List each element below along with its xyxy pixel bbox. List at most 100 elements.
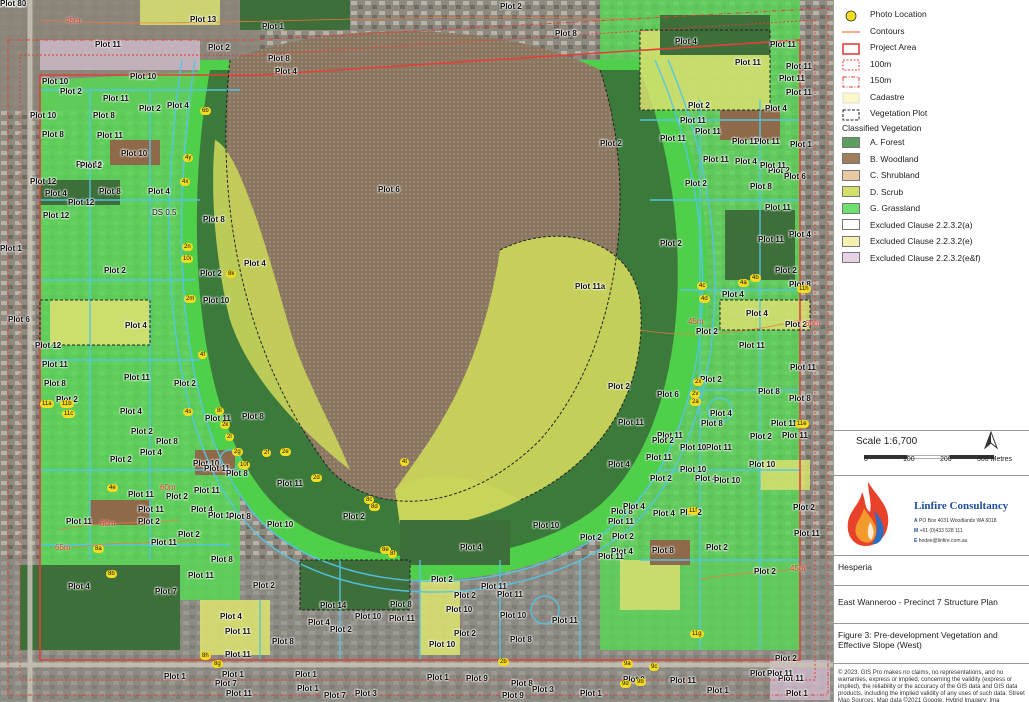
- contour-label: 60m: [160, 483, 176, 492]
- photo-location-marker[interactable]: 11f: [687, 507, 699, 515]
- plot-label: Plot 8: [701, 419, 723, 428]
- plot-label: Plot 2: [685, 179, 707, 188]
- photo-location-marker[interactable]: 11a: [40, 400, 54, 408]
- photo-location-marker[interactable]: 8a: [93, 545, 104, 553]
- plot-label: Plot 4: [308, 618, 330, 627]
- photo-location-marker[interactable]: 8l: [215, 407, 224, 415]
- plot-label: Plot 8: [242, 412, 264, 421]
- legend-panel: Photo Location Contours Project Area 100m 15…: [833, 0, 1029, 702]
- photo-location-marker[interactable]: 8b: [106, 570, 117, 578]
- photo-location-marker[interactable]: 11e: [795, 420, 809, 428]
- photo-location-marker[interactable]: 2x: [693, 378, 704, 386]
- photo-location-marker[interactable]: 4t: [400, 458, 410, 466]
- plot-label: Plot 11: [739, 341, 765, 350]
- plot-label: Plot 2: [775, 654, 797, 663]
- plot-label: Plot 1: [222, 670, 244, 679]
- map-view[interactable]: Plot 13 Plot 2 Plot 11 Plot 2 Plot 1 Plot 8 Pl…: [0, 0, 833, 702]
- plot-label: Plot 2: [131, 427, 153, 436]
- scale-tick-label: 300 Metres: [977, 456, 1013, 463]
- photo-location-marker[interactable]: 2f: [262, 449, 272, 457]
- plot-label: Plot 6: [378, 185, 400, 194]
- plot-label: Plot 2: [706, 543, 728, 552]
- plot-label: Plot 10: [30, 111, 57, 120]
- plot-label: Plot 11: [790, 363, 816, 372]
- photo-location-marker[interactable]: 2k: [220, 421, 231, 429]
- plot-label: Plot 4: [244, 259, 266, 268]
- plot-label: Plot 11: [646, 453, 672, 462]
- photo-location-marker[interactable]: 4e: [107, 484, 118, 492]
- plot-label: Plot 11: [760, 161, 786, 170]
- photo-location-marker[interactable]: 4x: [180, 178, 191, 186]
- plot-label: Plot 12: [68, 198, 95, 207]
- scale-tick-label: 200: [940, 456, 952, 463]
- plot-label: Plot 2: [600, 139, 622, 148]
- plot-label: Plot 2: [785, 320, 807, 329]
- plot-label: Plot 10: [130, 72, 157, 81]
- plot-label: Plot 11: [779, 74, 805, 83]
- photo-location-marker[interactable]: 2l: [225, 433, 234, 441]
- plot-label: Plot 10: [203, 296, 230, 305]
- photo-location-marker[interactable]: 8d: [369, 503, 380, 511]
- photo-location-marker[interactable]: 2e: [280, 448, 291, 456]
- swatch-icon: [842, 235, 860, 247]
- photo-location-marker[interactable]: 6b: [200, 107, 211, 115]
- photo-location-marker[interactable]: 2m: [184, 295, 197, 303]
- photo-location-marker[interactable]: 9a: [622, 660, 633, 668]
- plot-label: Plot 11: [277, 479, 303, 488]
- plot-label: Plot 8: [156, 437, 178, 446]
- plot-label: Plot 11: [225, 650, 251, 659]
- photo-location-marker[interactable]: 9b: [635, 678, 646, 686]
- plot-label: Plot 8: [750, 182, 772, 191]
- photo-location-marker[interactable]: 4a: [738, 279, 749, 287]
- plot-label: Plot 8: [0, 0, 22, 8]
- photo-location-marker[interactable]: 4s: [183, 408, 194, 416]
- plot-label: Plot 13: [190, 15, 217, 24]
- plot-label: Plot 1: [164, 672, 186, 681]
- photo-location-marker[interactable]: 11c: [62, 410, 76, 418]
- legend-veg-item: D. Scrub: [842, 185, 903, 199]
- plot-label: Plot 10: [42, 77, 69, 86]
- photo-location-marker[interactable]: 4y: [183, 154, 194, 162]
- photo-location-marker[interactable]: 9c: [649, 663, 660, 671]
- plot-label: Plot 4: [653, 509, 675, 518]
- photo-location-marker[interactable]: 10i: [181, 255, 194, 263]
- plot-label: Plot 9: [466, 674, 488, 683]
- photo-location-marker[interactable]: 8h: [200, 652, 211, 660]
- plot-label: Plot 12: [30, 177, 57, 186]
- plot-label: Plot 8: [758, 387, 780, 396]
- photo-location-marker[interactable]: 11h: [797, 285, 811, 293]
- photo-location-marker[interactable]: 2v: [690, 390, 701, 398]
- plot-label: Plot 2: [580, 533, 602, 542]
- plot-label: Plot 4: [710, 409, 732, 418]
- photo-location-marker[interactable]: 2n: [182, 243, 193, 251]
- photo-location-marker[interactable]: 2d: [311, 474, 322, 482]
- plot-label: Plot 2: [688, 101, 710, 110]
- photo-location-marker[interactable]: 4f: [198, 351, 208, 359]
- photo-location-marker[interactable]: 4b: [750, 274, 761, 282]
- photo-location-marker[interactable]: 8f: [388, 550, 398, 558]
- plot-label: Plot 8: [272, 637, 294, 646]
- plot-label: Plot 8: [93, 111, 115, 120]
- photo-location-marker[interactable]: 9d: [620, 680, 631, 688]
- photo-location-marker[interactable]: 2b: [498, 658, 509, 666]
- photo-location-marker[interactable]: 11g: [690, 630, 704, 638]
- company-email[interactable]: E hodee@linfire.com.au: [914, 538, 967, 544]
- plot-label: Plot 2: [208, 43, 230, 52]
- plot-label: Plot 1: [786, 689, 808, 698]
- photo-location-marker[interactable]: 2a: [690, 398, 701, 406]
- photo-location-marker[interactable]: 4d: [699, 295, 710, 303]
- legend-label: Contours: [870, 25, 905, 36]
- photo-location-marker[interactable]: 4c: [697, 282, 708, 290]
- plot-label: Plot 8: [99, 187, 121, 196]
- photo-location-marker[interactable]: 10f: [238, 461, 251, 469]
- legend-veg-item: Excluded Clause 2.2.3.2(a): [842, 218, 973, 232]
- plot-label: Plot 2: [700, 375, 722, 384]
- plot-label: Plot 11: [598, 552, 624, 561]
- photo-location-marker[interactable]: 11b: [60, 400, 74, 408]
- plot-label: Plot 4: [120, 407, 142, 416]
- plot-label: Plot 10: [267, 520, 294, 529]
- plot-label: Plot 11: [151, 538, 177, 547]
- photo-location-marker[interactable]: 8k: [226, 270, 237, 278]
- photo-location-marker[interactable]: 8g: [212, 660, 223, 668]
- photo-location-marker[interactable]: 2g: [232, 448, 243, 456]
